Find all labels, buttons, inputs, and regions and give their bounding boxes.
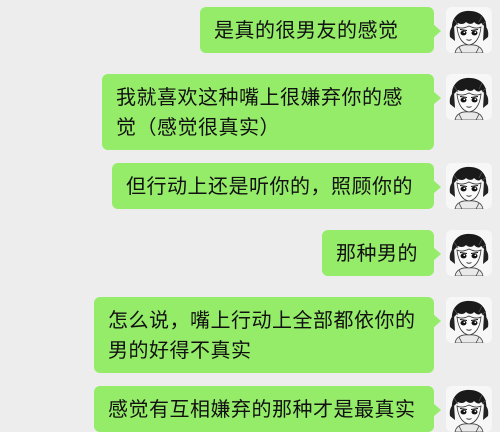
avatar[interactable] xyxy=(446,230,492,276)
message-bubble[interactable]: 是真的很男友的感觉 xyxy=(200,7,441,53)
avatar[interactable] xyxy=(446,297,492,343)
message-row: 我就喜欢这种嘴上很嫌弃你的感觉（感觉很真实） xyxy=(102,74,492,150)
message-row: 怎么说，嘴上行动上全部都依你的男的好得不真实 xyxy=(94,297,492,373)
avatar[interactable] xyxy=(446,386,492,432)
chat-message-list: 是真的很男友的感觉 我就喜欢这种嘴上很嫌弃你的感觉（感觉很真实） 但行动上还是听… xyxy=(0,0,500,432)
message-bubble[interactable]: 怎么说，嘴上行动上全部都依你的男的好得不真实 xyxy=(94,297,441,373)
avatar-icon xyxy=(446,386,492,432)
message-bubble[interactable]: 但行动上还是听你的，照顾你的 xyxy=(112,163,441,209)
avatar[interactable] xyxy=(446,7,492,53)
avatar-icon xyxy=(446,297,492,343)
message-bubble[interactable]: 那种男的 xyxy=(322,230,441,276)
message-row: 那种男的 xyxy=(322,230,492,276)
avatar-icon xyxy=(446,230,492,276)
message-row: 但行动上还是听你的，照顾你的 xyxy=(112,163,492,209)
avatar[interactable] xyxy=(446,74,492,120)
avatar-icon xyxy=(446,74,492,120)
avatar-icon xyxy=(446,163,492,209)
message-row: 是真的很男友的感觉 xyxy=(200,7,492,53)
message-bubble[interactable]: 我就喜欢这种嘴上很嫌弃你的感觉（感觉很真实） xyxy=(102,74,441,150)
avatar[interactable] xyxy=(446,163,492,209)
avatar-icon xyxy=(446,7,492,53)
message-bubble[interactable]: 感觉有互相嫌弃的那种才是最真实 xyxy=(94,386,441,432)
message-row: 感觉有互相嫌弃的那种才是最真实 xyxy=(94,386,492,432)
